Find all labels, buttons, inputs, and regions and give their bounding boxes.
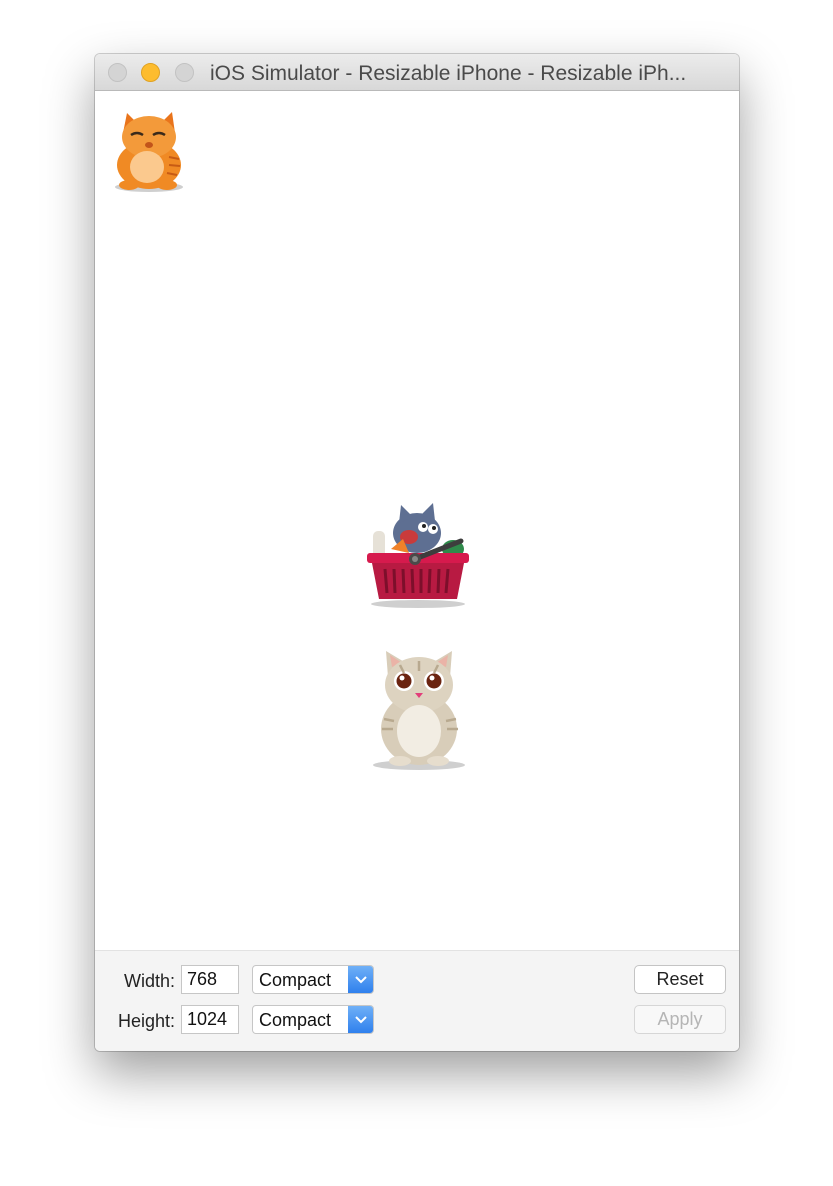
height-size-class-select[interactable]: Compact bbox=[252, 1005, 374, 1034]
apply-button[interactable]: Apply bbox=[634, 1005, 726, 1034]
width-field[interactable]: 768 bbox=[181, 965, 239, 994]
width-size-class-select[interactable]: Compact bbox=[252, 965, 374, 994]
reset-button[interactable]: Reset bbox=[634, 965, 726, 994]
chevron-down-icon[interactable] bbox=[348, 1006, 373, 1033]
zoom-window-button[interactable] bbox=[175, 63, 194, 82]
window-title: iOS Simulator - Resizable iPhone - Resiz… bbox=[210, 62, 687, 85]
height-field[interactable]: 1024 bbox=[181, 1005, 239, 1034]
chevron-down-icon[interactable] bbox=[348, 966, 373, 993]
width-size-class-value: Compact bbox=[259, 970, 332, 990]
orange-cat-sticker[interactable] bbox=[109, 107, 189, 193]
minimize-window-button[interactable] bbox=[141, 63, 160, 82]
cream-cat-sticker[interactable] bbox=[370, 649, 468, 773]
height-label: Height: bbox=[117, 1011, 175, 1031]
simulator-window: iOS Simulator - Resizable iPhone - Resiz… bbox=[95, 54, 739, 1051]
close-window-button[interactable] bbox=[108, 63, 127, 82]
width-label: Width: bbox=[123, 971, 175, 991]
gray-cat-basket-sticker[interactable] bbox=[363, 501, 473, 611]
simulator-screen[interactable] bbox=[95, 91, 739, 950]
title-bar[interactable]: iOS Simulator - Resizable iPhone - Resiz… bbox=[95, 54, 739, 91]
height-size-class-value: Compact bbox=[259, 1010, 332, 1030]
size-panel: Width: 768 Compact Reset Height: 1024 Co… bbox=[95, 950, 739, 1051]
